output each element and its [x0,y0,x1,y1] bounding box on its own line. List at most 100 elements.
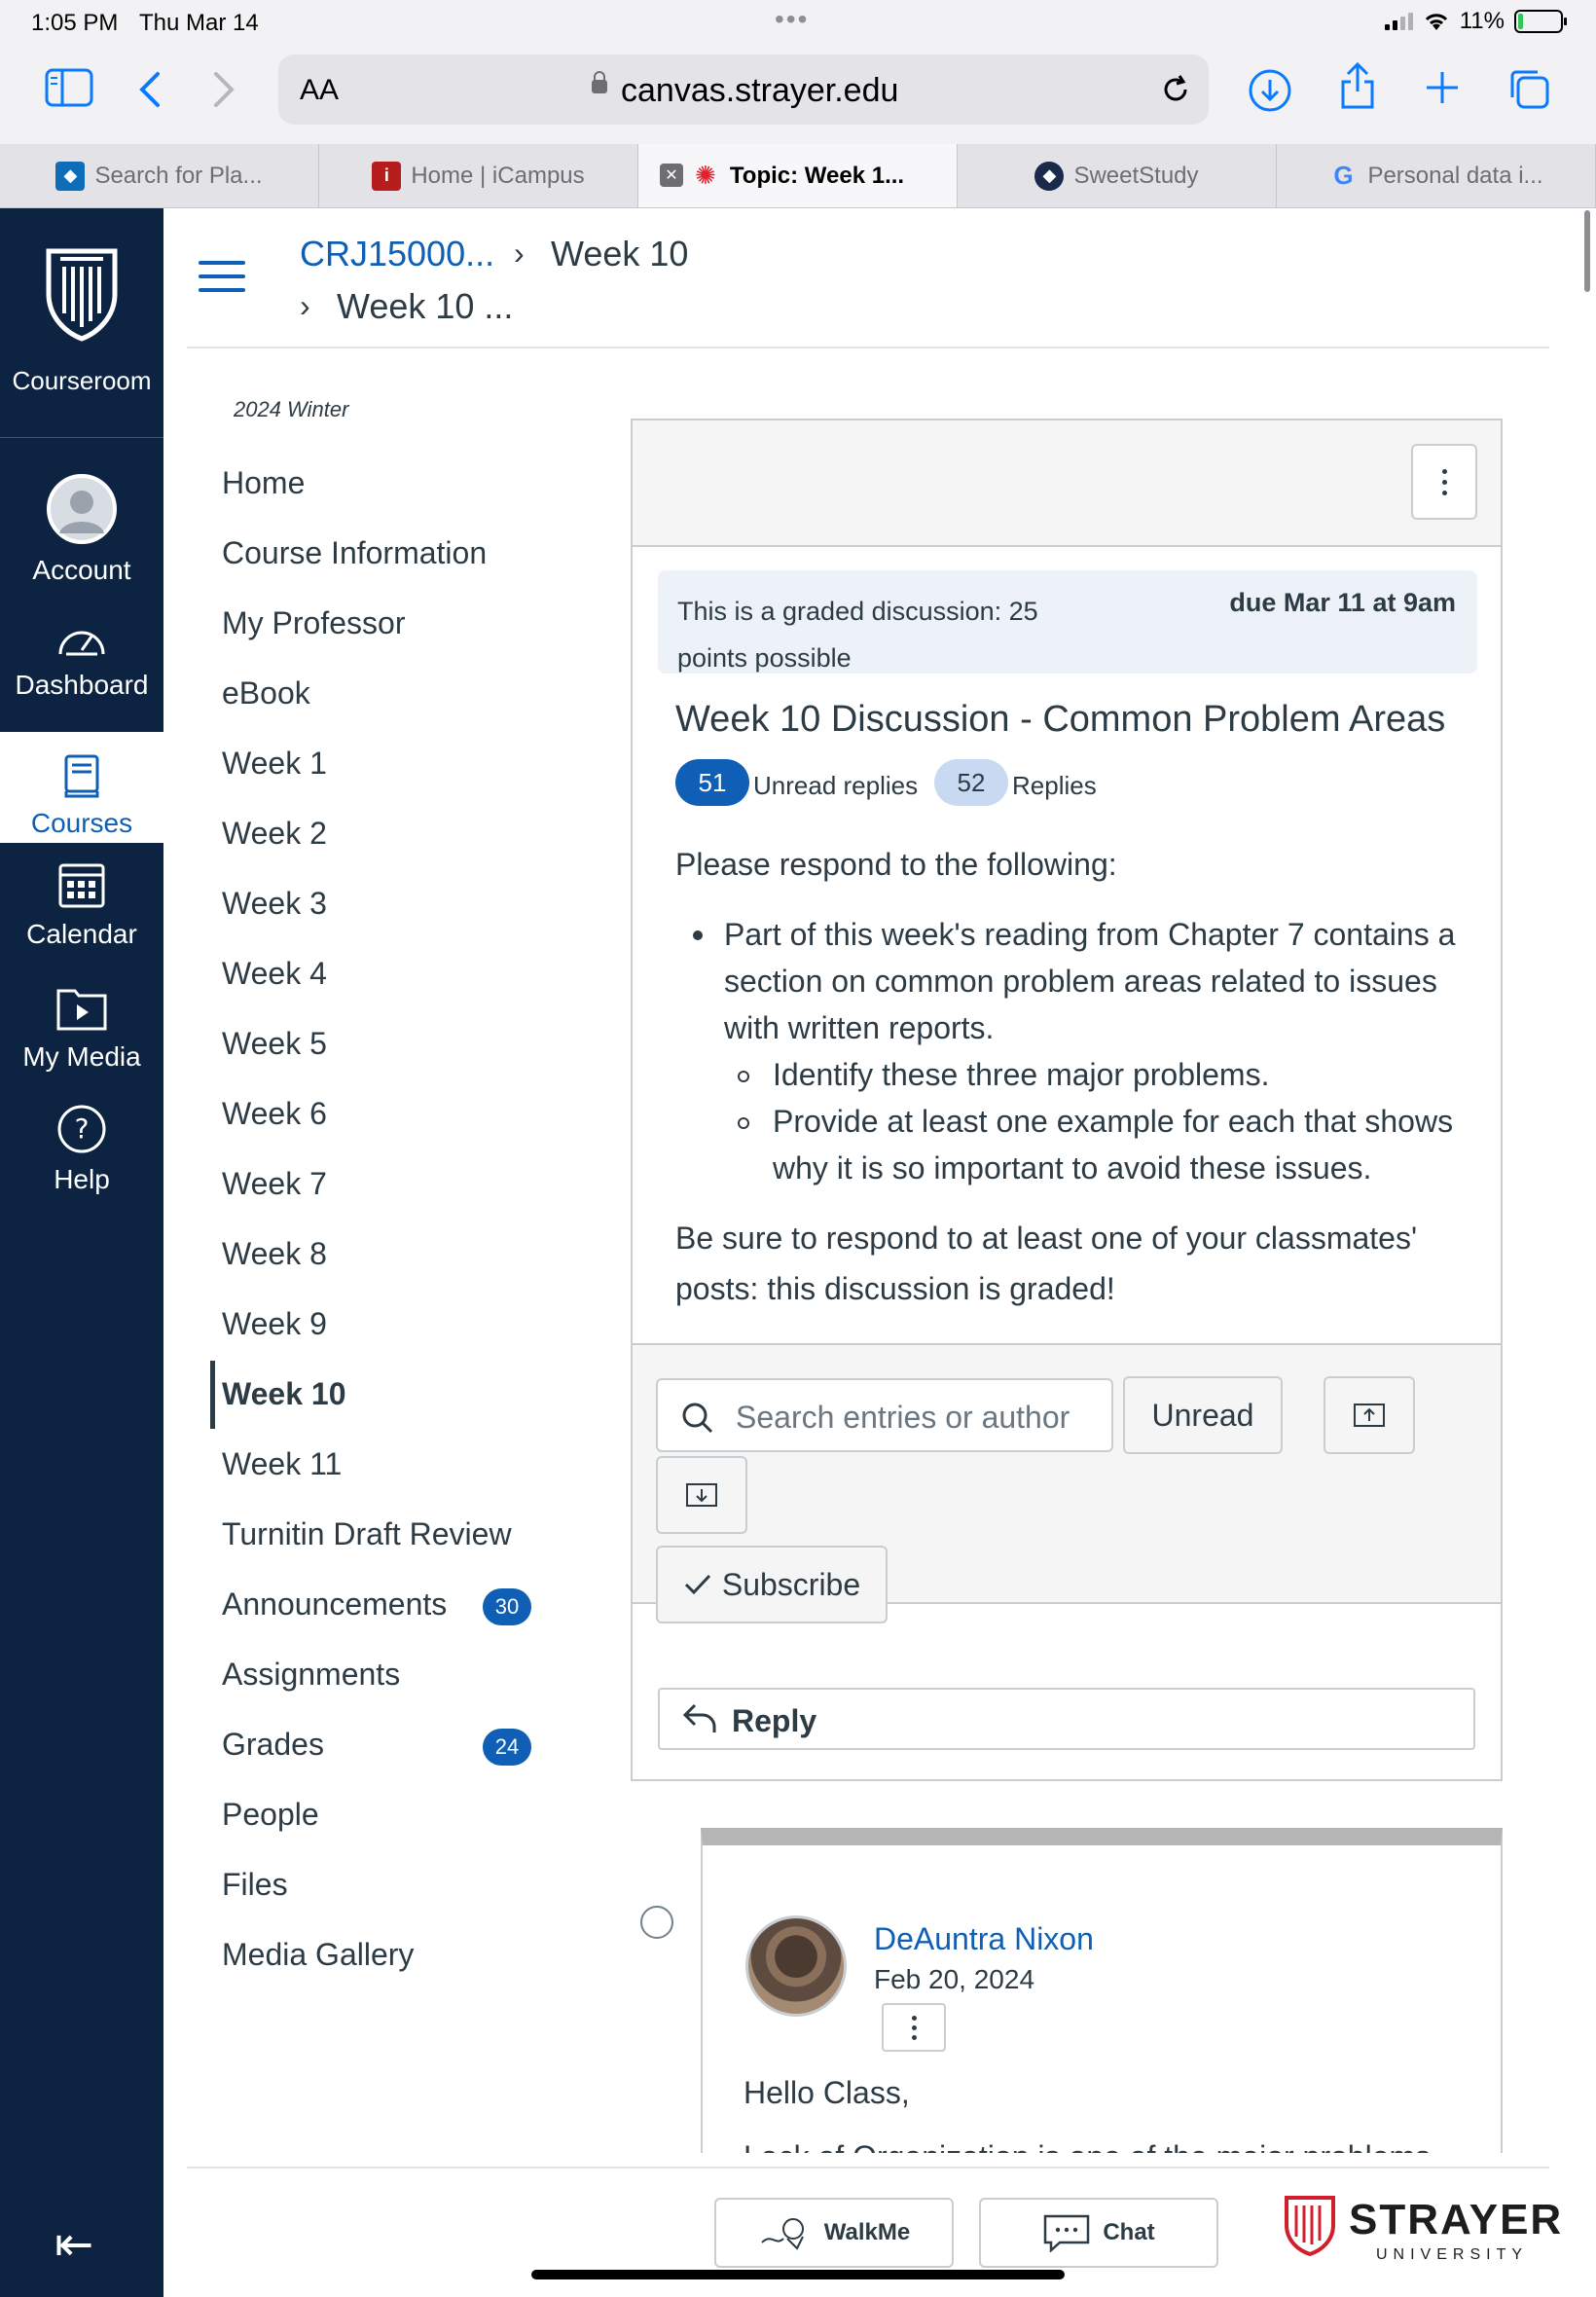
bullet-line: with written reports. [724,1010,995,1045]
tab-overview-icon[interactable] [1506,66,1551,111]
wifi-icon [1425,14,1447,30]
download-icon[interactable] [1248,68,1292,113]
new-tab-icon[interactable] [1423,68,1462,107]
nav-label: Help [54,1164,110,1194]
canvas-favicon-icon: ✺ [695,161,716,190]
chat-button[interactable]: Chat [979,2198,1218,2268]
status-time: 1:05 PM [31,10,119,36]
address-bar[interactable]: AA canvas.strayer.edu [278,55,1209,125]
header-divider [187,346,1549,348]
mark-read-radio[interactable] [640,1906,673,1939]
sub-bullet-dot [738,1071,749,1082]
battery-icon [1514,10,1567,33]
tab-sweetstudy[interactable]: ◆ SweetStudy [958,144,1277,207]
home-indicator [531,2270,1065,2279]
entry-options-kebab-icon[interactable] [882,2003,946,2052]
course-nav-week-5[interactable]: Week 5 [222,1026,327,1062]
course-nav-week-8[interactable]: Week 8 [222,1236,327,1272]
courseroom-logo[interactable]: Courseroom [0,208,163,438]
reply-button[interactable]: Reply [658,1688,1475,1750]
course-nav-week-6[interactable]: Week 6 [222,1096,327,1132]
course-nav-week-10[interactable]: Week 10 [222,1376,346,1412]
course-nav-turnitin-draft-review[interactable]: Turnitin Draft Review [222,1516,512,1552]
course-nav-people[interactable]: People [222,1797,319,1833]
course-nav-assignments[interactable]: Assignments [222,1657,400,1693]
close-tab-icon[interactable]: ✕ [660,164,683,187]
topic-options-kebab-icon[interactable] [1411,444,1477,520]
nav-help[interactable]: ? Help [0,1104,163,1195]
course-nav-week-2[interactable]: Week 2 [222,816,327,852]
discussion-topic: This is a graded discussion: 25 points p… [631,419,1503,1781]
course-nav-ebook[interactable]: eBook [222,675,310,711]
sidebar-toggle-icon[interactable] [45,68,93,107]
subscribe-button[interactable]: Subscribe [656,1546,888,1623]
course-nav-week-4[interactable]: Week 4 [222,956,327,992]
help-icon: ? [57,1105,106,1153]
site-favicon-icon: ◆ [55,161,86,191]
unread-count-badge: 51 [675,759,749,806]
tab-home-icampus[interactable]: i Home | iCampus [319,144,638,207]
course-nav-files[interactable]: Files [222,1867,288,1903]
search-icon [682,1403,713,1434]
nav-account[interactable]: Account [0,473,163,586]
expand-threads-button[interactable] [1324,1376,1415,1454]
entry-author[interactable]: DeAuntra Nixon [874,1921,1094,1957]
walkme-button[interactable]: WalkMe [714,2198,954,2268]
nav-dashboard[interactable]: Dashboard [0,621,163,701]
nav-courses[interactable]: Courses [0,732,163,843]
unread-filter-button[interactable]: Unread [1123,1376,1283,1454]
url-text[interactable]: canvas.strayer.edu [621,72,898,110]
status-date: Thu Mar 14 [139,10,259,36]
prompt-closing: Be sure to respond to at least one of yo… [675,1213,1417,1314]
collapse-threads-button[interactable] [656,1456,747,1534]
reload-icon[interactable] [1158,72,1193,107]
tab-label: SweetStudy [1073,162,1199,189]
subscribe-label: Subscribe [721,1566,861,1602]
closing-line: Be sure to respond to at least one of yo… [675,1221,1418,1256]
back-icon[interactable] [138,70,162,109]
walkme-icon [761,2218,804,2250]
sweetstudy-favicon-icon: ◆ [1034,161,1065,191]
replies-count-badge: 52 [934,759,1008,806]
tab-search-for-places[interactable]: ◆ Search for Pla... [0,144,319,207]
course-nav-week-9[interactable]: Week 9 [222,1306,327,1342]
nav-calendar[interactable]: Calendar [0,860,163,950]
closing-line: posts: this discussion is graded! [675,1271,1115,1306]
search-entries-input[interactable]: Search entries or author [656,1378,1113,1452]
breadcrumb-topic: Week 10 ... [337,286,514,326]
multitasking-dots-icon[interactable]: ••• [775,4,809,35]
replies-label: Replies [1012,771,1097,800]
course-nav-home[interactable]: Home [222,465,305,501]
course-nav-grades[interactable]: Grades [222,1727,324,1763]
tab-label: Home | iCampus [411,162,585,189]
breadcrumb-course[interactable]: CRJ15000... [300,234,494,274]
course-nav-week-1[interactable]: Week 1 [222,746,327,782]
collapse-nav-icon[interactable]: ⇤ [54,2217,93,2272]
tab-personal-data[interactable]: G Personal data i... [1277,144,1596,207]
upload-arrow-icon [1354,1404,1385,1427]
tab-topic-week[interactable]: ✕ ✺ Topic: Week 1... [638,144,958,207]
course-nav-media-gallery[interactable]: Media Gallery [222,1937,414,1973]
course-menu-toggle-icon[interactable] [199,261,245,296]
course-nav-week-3[interactable]: Week 3 [222,886,327,922]
status-right: 11% [1384,8,1567,35]
sub-bullet-line: why it is so important to avoid these is… [773,1150,1372,1185]
browser-tabs: ◆ Search for Pla... i Home | iCampus ✕ ✺… [0,144,1596,208]
chevron-right-icon: › [514,236,525,271]
avatar[interactable] [745,1915,847,2017]
nav-my-media[interactable]: My Media [0,983,163,1073]
course-nav-course-information[interactable]: Course Information [222,535,487,571]
course-nav-my-professor[interactable]: My Professor [222,605,405,641]
share-icon[interactable] [1337,60,1378,111]
chat-label: Chat [1103,2219,1155,2245]
course-nav-week-11[interactable]: Week 11 [222,1446,342,1482]
prompt-intro: Please respond to the following: [675,847,1117,882]
scrollbar[interactable] [1584,210,1590,292]
course-nav-week-7[interactable]: Week 7 [222,1166,327,1202]
walkme-label: WalkMe [823,2219,911,2245]
forward-icon[interactable] [212,70,236,109]
chat-icon [1044,2214,1090,2252]
course-nav-announcements[interactable]: Announcements [222,1586,447,1622]
reader-aa-button[interactable]: AA [300,74,339,107]
breadcrumb-section[interactable]: Week 10 [551,234,688,274]
